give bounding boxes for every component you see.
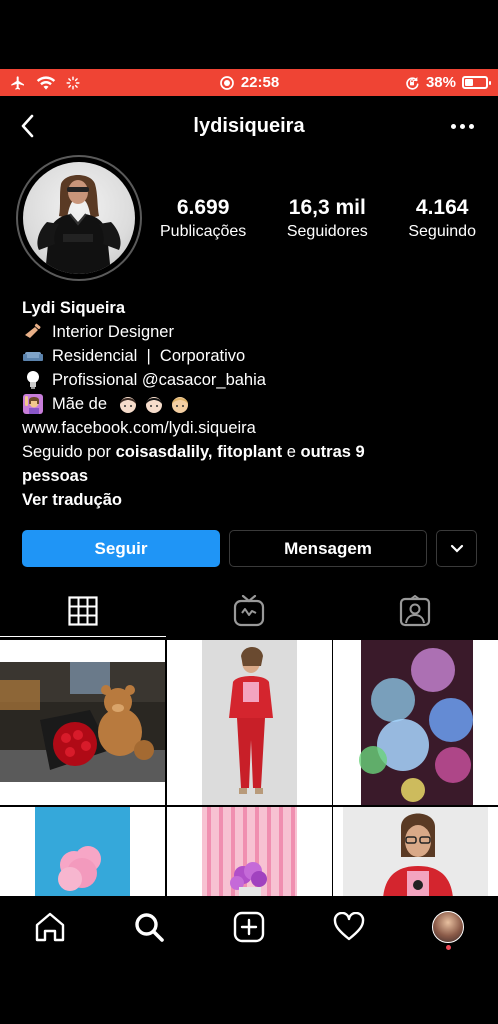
stat-label: Seguidores — [286, 223, 368, 240]
chevron-down-icon — [450, 544, 463, 553]
post-image — [0, 662, 165, 782]
stat-followers[interactable]: 16,3 mil Seguidores — [287, 196, 368, 241]
stat-value: 16,3 mil — [288, 196, 366, 219]
record-icon — [219, 75, 234, 90]
writing-hand-icon — [22, 323, 44, 341]
grid-icon — [68, 596, 98, 626]
back-icon[interactable] — [16, 112, 40, 140]
profile-header: lydisiqueira — [0, 104, 498, 148]
post-thumbnail[interactable] — [333, 640, 498, 805]
couch-icon — [22, 348, 44, 364]
translate-link[interactable]: Ver tradução — [22, 488, 482, 512]
post-image — [35, 807, 130, 896]
profile-photo — [23, 162, 135, 274]
profile-stats: 6.699 Publicações 16,3 mil Seguidores 4.… — [160, 196, 476, 241]
tagged-icon — [399, 595, 431, 627]
post-thumbnail[interactable] — [0, 640, 165, 805]
followed-by[interactable]: Seguido por coisasdalily, fitoplant e ou… — [22, 440, 482, 488]
lightbulb-icon — [22, 370, 44, 390]
boy-icon — [170, 394, 190, 414]
nav-search[interactable] — [119, 902, 179, 952]
status-left — [10, 75, 170, 91]
posts-grid — [0, 640, 498, 896]
tab-igtv[interactable] — [166, 585, 332, 637]
nav-activity[interactable] — [319, 902, 379, 952]
nav-new-post[interactable] — [219, 902, 279, 952]
battery-level — [465, 79, 474, 86]
bottom-nav — [0, 896, 498, 958]
followed-by-and: e — [282, 443, 301, 461]
status-center: 22:58 — [219, 74, 279, 91]
post-image — [201, 807, 297, 896]
battery-percent: 38% — [425, 74, 456, 91]
notification-dot — [445, 945, 451, 950]
post-thumbnail[interactable] — [0, 807, 165, 896]
post-thumbnail[interactable] — [166, 640, 332, 805]
wifi-icon — [36, 75, 56, 90]
follow-button[interactable]: Seguir — [22, 530, 220, 567]
heart-icon — [333, 912, 364, 941]
nav-profile[interactable] — [418, 902, 478, 952]
tab-tagged[interactable] — [332, 585, 498, 637]
battery-icon — [462, 76, 491, 89]
post-thumbnail[interactable] — [333, 807, 498, 896]
profile-photo-illustration — [37, 175, 121, 274]
followed-by-suffix: pessoas — [22, 467, 89, 485]
bio-link[interactable]: www.facebook.com/lydi.siqueira — [22, 416, 482, 440]
bio-line: Profissional @casacor_bahia — [22, 368, 482, 392]
message-button[interactable]: Mensagem — [229, 530, 427, 567]
home-icon — [35, 912, 64, 942]
post-thumbnail[interactable] — [166, 807, 332, 896]
bio-line: Residencial | Corporativo — [22, 344, 482, 368]
status-right: 38% — [328, 74, 491, 91]
stat-value: 6.699 — [176, 196, 230, 219]
search-icon — [135, 913, 165, 942]
followed-by-prefix: Seguido por — [22, 443, 116, 461]
woman-raising-hand-icon — [22, 394, 44, 414]
suggested-accounts-button[interactable] — [436, 530, 477, 567]
orientation-lock-icon — [406, 76, 419, 90]
followed-by-others: outras 9 — [300, 443, 365, 461]
new-post-icon — [233, 911, 265, 943]
tab-posts[interactable] — [0, 585, 166, 637]
status-time: 22:58 — [240, 74, 280, 91]
profile-bio: Lydi Siqueira Interior Designer Residenc… — [22, 296, 482, 512]
bio-text: Interior Designer — [52, 323, 174, 341]
profile-tabs — [0, 585, 498, 637]
airplane-icon — [11, 75, 24, 90]
post-image — [359, 640, 473, 805]
followed-by-users: coisasdalily, fitoplant — [115, 443, 283, 461]
profile-actions: Seguir Mensagem — [22, 530, 477, 567]
more-options-icon[interactable] — [448, 116, 476, 136]
nav-home[interactable] — [20, 902, 80, 952]
stat-value: 4.164 — [415, 196, 469, 219]
stat-following[interactable]: 4.164 Seguindo — [408, 196, 476, 241]
username-title: lydisiqueira — [193, 114, 305, 137]
bio-text: Profissional @casacor_bahia — [52, 371, 266, 389]
bio-line: Mãe de — [22, 392, 482, 416]
display-name: Lydi Siqueira — [22, 299, 125, 317]
stat-posts[interactable]: 6.699 Publicações — [160, 196, 246, 241]
stat-label: Seguindo — [408, 223, 476, 240]
post-image — [201, 640, 297, 805]
boy-icon — [118, 394, 138, 414]
status-bar: 22:58 38% — [0, 69, 498, 96]
bio-text: Mãe de — [52, 395, 112, 413]
igtv-icon — [233, 595, 265, 627]
profile-avatar[interactable] — [16, 155, 142, 281]
bio-line: Interior Designer — [22, 320, 482, 344]
post-image — [343, 807, 488, 896]
boy-icon — [144, 394, 164, 414]
bio-text: Residencial | Corporativo — [52, 347, 246, 365]
stat-label: Publicações — [160, 223, 247, 240]
loading-icon — [66, 75, 80, 90]
profile-avatar-icon — [432, 911, 465, 943]
